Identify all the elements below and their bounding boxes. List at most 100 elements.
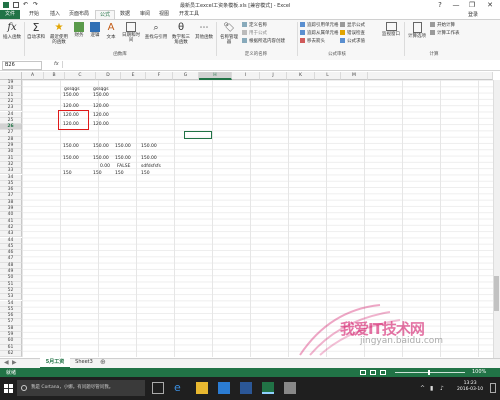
use-in-formula-button[interactable]: 用于公式 (242, 30, 267, 36)
minimize-button[interactable]: — (448, 0, 464, 10)
cell-f27[interactable]: 150.00 (141, 144, 157, 150)
tab-view[interactable]: 视图 (156, 10, 172, 19)
add-sheet-button[interactable]: ⊕ (100, 358, 106, 367)
show-formulas-button[interactable]: 显示公式 (340, 22, 365, 28)
page-layout-view-icon[interactable] (370, 370, 376, 375)
column-header[interactable]: C (65, 72, 96, 80)
volume-icon[interactable]: ♪ (440, 385, 444, 392)
save-icon[interactable] (13, 2, 19, 8)
column-header[interactable]: L (315, 72, 341, 80)
remove-arrows-button[interactable]: 移去箭头 (300, 38, 325, 44)
name-manager-button[interactable]: 🏷 名称管理器 (218, 22, 240, 45)
normal-view-icon[interactable] (360, 370, 366, 375)
lookup-button[interactable]: ⌕ 查找与引用 (144, 22, 168, 40)
column-header[interactable]: G (173, 72, 199, 80)
sheet-scroll-right-icon[interactable]: ▶ (12, 359, 17, 366)
column-header[interactable]: D (96, 72, 121, 80)
define-name-button[interactable]: 定义名称 (242, 22, 267, 28)
cell-f30[interactable]: 150 (141, 171, 150, 177)
cell-d23[interactable]: 120.00 (93, 113, 109, 119)
cell-d27[interactable]: 150.00 (93, 144, 109, 150)
undo-icon[interactable]: ↶ (23, 2, 29, 8)
cell-e30[interactable]: 150 (115, 171, 124, 177)
zoom-level[interactable]: 100% (472, 369, 486, 375)
logical-button[interactable]: 逻辑 (88, 22, 102, 38)
text-button[interactable]: A 文本 (104, 22, 118, 40)
calc-sheet-button[interactable]: 计算工作表 (430, 30, 460, 36)
excel-app-icon[interactable] (262, 382, 274, 394)
column-header[interactable]: I (232, 72, 260, 80)
trace-precedents-button[interactable]: 追踪引用单元格 (300, 22, 339, 28)
column-header[interactable]: J (260, 72, 287, 80)
cell-d24[interactable]: 120.00 (93, 122, 109, 128)
other-functions-button[interactable]: ⋯ 其他函数 (194, 22, 214, 40)
cell-e27[interactable]: 150.00 (115, 144, 131, 150)
math-button[interactable]: θ 数学和三角函数 (170, 22, 192, 45)
app-icon[interactable] (284, 382, 296, 394)
datetime-button[interactable]: 日期和时间 (120, 22, 142, 43)
cell-d29[interactable]: 0.00 (100, 164, 110, 170)
redo-icon[interactable]: ↷ (33, 2, 39, 8)
cortana-search-box[interactable]: 我是 Cortana，小娜。有问题尽管问我。 (17, 380, 145, 396)
financial-button[interactable]: 财务 (72, 22, 86, 38)
fx-button[interactable]: fx (54, 61, 59, 67)
formula-input[interactable] (62, 61, 497, 68)
evaluate-formula-button[interactable]: 公式求值 (340, 38, 365, 44)
tab-page-layout[interactable]: 页面布局 (66, 10, 92, 19)
watch-window-button[interactable]: 监视窗口 (380, 22, 402, 37)
autosum-button[interactable]: Σ 自动求和 (26, 22, 46, 41)
cell-d30[interactable]: 150 (93, 171, 102, 177)
column-header[interactable]: H (199, 72, 232, 80)
file-explorer-icon[interactable] (196, 382, 208, 394)
column-header[interactable]: M (341, 72, 368, 80)
help-button[interactable]: ? (432, 0, 448, 10)
tab-review[interactable]: 审阅 (137, 10, 153, 19)
cell-c28[interactable]: 150.00 (63, 156, 79, 162)
cell-e28[interactable]: 150.00 (115, 156, 131, 162)
edge-browser-icon[interactable]: e (174, 382, 186, 394)
tab-developer[interactable]: 开发工具 (176, 10, 202, 19)
close-button[interactable]: ✕ (482, 0, 498, 10)
notification-icon[interactable] (490, 383, 496, 393)
error-checking-button[interactable]: 错误检查 (340, 30, 365, 36)
sheet-tab-sheet3[interactable]: Sheet3 (72, 358, 96, 367)
cell-c21[interactable]: 150.00 (63, 93, 79, 99)
store-icon[interactable] (218, 382, 230, 394)
name-box[interactable]: B26 (2, 61, 42, 70)
tab-home[interactable]: 开始 (26, 10, 42, 19)
cell-f29[interactable]: sdfdsfsfs (141, 164, 161, 170)
tab-file[interactable]: 文件 (0, 10, 20, 19)
zoom-slider[interactable] (395, 372, 465, 373)
select-all-corner[interactable] (0, 72, 22, 80)
vertical-scrollbar-thumb[interactable] (494, 276, 499, 311)
column-header[interactable]: K (287, 72, 315, 80)
cell-e29[interactable]: FALSE (117, 164, 130, 170)
login-link[interactable]: 登录 (468, 11, 478, 18)
network-icon[interactable]: ▮ (430, 385, 433, 392)
restore-button[interactable]: ❐ (464, 0, 480, 10)
create-from-selection-button[interactable]: 根据所选内容创建 (242, 38, 285, 44)
windows-start-icon[interactable] (4, 384, 13, 393)
column-header[interactable]: B (44, 72, 65, 80)
task-view-icon[interactable] (152, 382, 164, 394)
cell-d21[interactable]: 150.00 (93, 93, 109, 99)
vertical-scrollbar[interactable] (493, 80, 500, 358)
trace-dependents-button[interactable]: 追踪从属单元格 (300, 30, 339, 36)
sheet-scroll-left-icon[interactable]: ◀ (4, 359, 9, 366)
calc-options-button[interactable]: 计算选项 (406, 22, 428, 39)
tray-chevron-icon[interactable]: ^ (420, 385, 425, 392)
column-header[interactable]: A (22, 72, 44, 80)
calc-now-button[interactable]: 开始计算 (430, 22, 455, 28)
row-header[interactable]: 62 (0, 350, 22, 358)
cell-d22[interactable]: 120.00 (93, 104, 109, 110)
tab-data[interactable]: 数据 (117, 10, 133, 19)
column-header[interactable]: F (146, 72, 173, 80)
cell-c27[interactable]: 150.00 (63, 144, 79, 150)
cell-f28[interactable]: 150.00 (141, 156, 157, 162)
insert-function-button[interactable]: fx 插入函数 (2, 22, 22, 40)
recent-functions-button[interactable]: ★ 最近使用的函数 (48, 22, 70, 45)
column-header[interactable]: E (121, 72, 146, 80)
tab-formulas[interactable]: 公式 (95, 10, 115, 19)
page-break-view-icon[interactable] (380, 370, 386, 375)
cell-d28[interactable]: 150.00 (93, 156, 109, 162)
